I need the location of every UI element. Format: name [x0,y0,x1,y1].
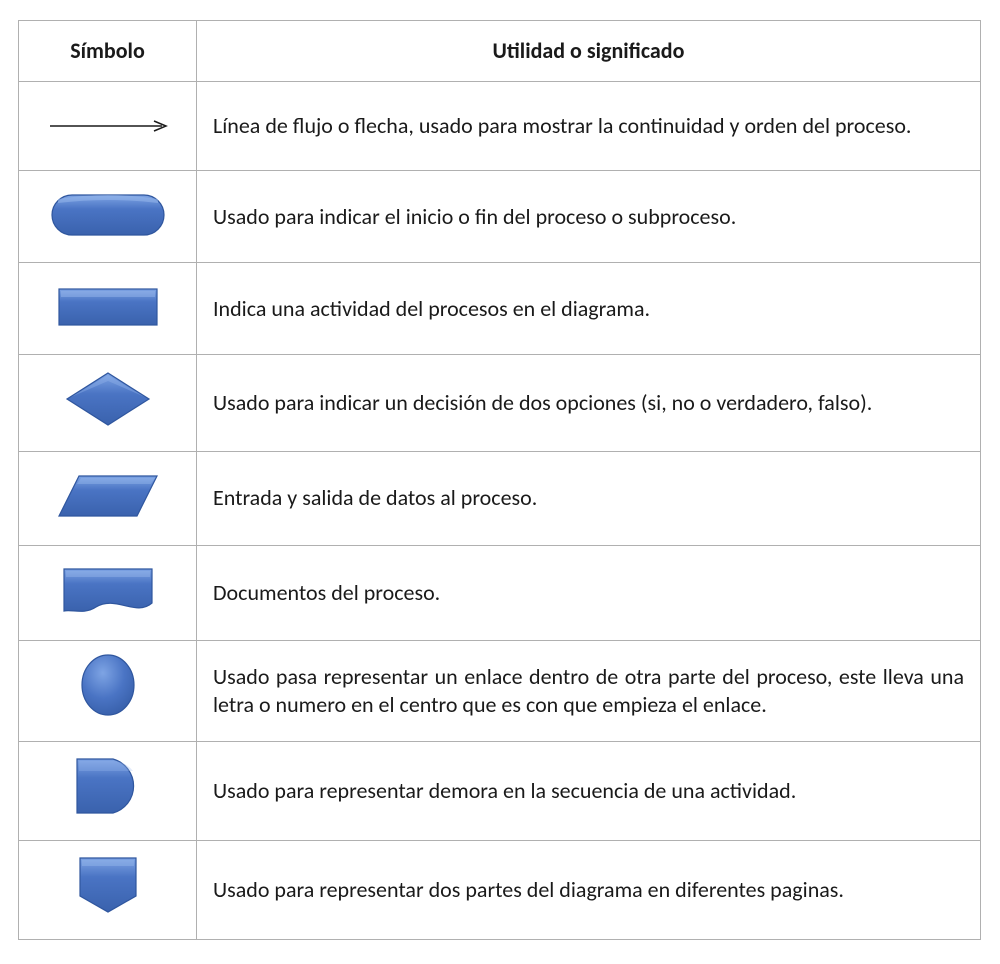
symbol-cell [19,545,197,640]
process-rectangle-icon [38,277,178,337]
table-row: Documentos del proceso. [19,545,981,640]
flowchart-symbols-table: Símbolo Utilidad o significado Línea de … [18,20,981,940]
table-row: Usado para indicar un decisión de dos op… [19,355,981,451]
description-cell: Línea de flujo o flecha, usado para most… [197,82,981,171]
symbol-cell [19,171,197,263]
offpage-connector-icon [38,855,178,915]
flowline-arrow-icon [38,96,178,156]
table-row: Usado pasa representar un enlace dentro … [19,640,981,741]
header-meaning: Utilidad o significado [197,21,981,82]
decision-diamond-icon [38,369,178,429]
symbol-cell [19,355,197,451]
table-row: Indica una actividad del procesos en el … [19,263,981,355]
connector-circle-icon [38,655,178,715]
delay-icon [38,756,178,816]
description-cell: Usado para indicar el inicio o fin del p… [197,171,981,263]
terminator-icon [38,185,178,245]
description-cell: Usado para representar dos partes del di… [197,841,981,940]
symbol-cell [19,263,197,355]
table-header-row: Símbolo Utilidad o significado [19,21,981,82]
symbol-cell [19,82,197,171]
document-icon [38,560,178,620]
header-symbol: Símbolo [19,21,197,82]
page: Símbolo Utilidad o significado Línea de … [0,0,1000,964]
symbol-cell [19,451,197,545]
symbol-cell [19,841,197,940]
data-parallelogram-icon [38,466,178,526]
description-cell: Indica una actividad del procesos en el … [197,263,981,355]
table-row: Usado para representar demora en la secu… [19,742,981,841]
symbol-cell [19,640,197,741]
table-row: Entrada y salida de datos al proceso. [19,451,981,545]
table-row: Usado para representar dos partes del di… [19,841,981,940]
description-cell: Usado pasa representar un enlace dentro … [197,640,981,741]
table-row: Usado para indicar el inicio o fin del p… [19,171,981,263]
description-cell: Documentos del proceso. [197,545,981,640]
description-cell: Usado para representar demora en la secu… [197,742,981,841]
description-cell: Usado para indicar un decisión de dos op… [197,355,981,451]
description-cell: Entrada y salida de datos al proceso. [197,451,981,545]
symbol-cell [19,742,197,841]
table-row: Línea de flujo o flecha, usado para most… [19,82,981,171]
